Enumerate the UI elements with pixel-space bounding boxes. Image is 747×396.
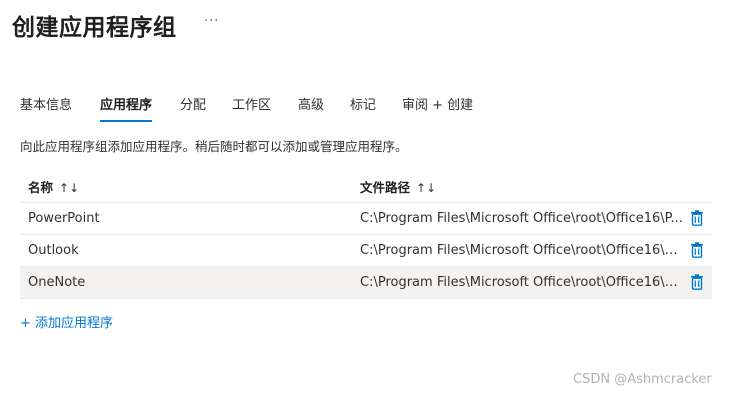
app-path: C:\Program Files\Microsoft Office\root\O… — [360, 275, 684, 290]
add-application-link[interactable]: + 添加应用程序 — [20, 312, 113, 331]
column-header-name-label: 名称 — [28, 180, 54, 195]
column-header-name[interactable]: 名称 ↑↓ — [28, 177, 79, 196]
tab-workspace[interactable]: 工作区 — [232, 94, 271, 120]
app-name: OneNote — [28, 275, 86, 290]
tab-basics[interactable]: 基本信息 — [20, 94, 72, 120]
app-name: Outlook — [28, 243, 79, 258]
table-row[interactable]: Outlook C:\Program Files\Microsoft Offic… — [20, 235, 712, 267]
column-header-path-label: 文件路径 — [360, 180, 411, 195]
trash-icon[interactable] — [690, 210, 704, 226]
app-name: PowerPoint — [28, 211, 100, 226]
applications-table: 名称 ↑↓ 文件路径 ↑↓ PowerPoint C:\Program Files\… — [20, 170, 712, 299]
table-header: 名称 ↑↓ 文件路径 ↑↓ — [20, 170, 712, 203]
tab-applications[interactable]: 应用程序 — [100, 94, 153, 122]
tab-advanced[interactable]: 高级 — [298, 94, 324, 120]
app-path: C:\Program Files\Microsoft Office\root\O… — [360, 243, 684, 258]
more-options-button[interactable]: ··· — [204, 14, 219, 29]
page-description: 向此应用程序组添加应用程序。稍后随时都可以添加或管理应用程序。 — [20, 139, 408, 154]
page-title: 创建应用程序组 — [12, 15, 177, 41]
tab-review-create[interactable]: 审阅 + 创建 — [402, 94, 473, 120]
app-path: C:\Program Files\Microsoft Office\root\O… — [360, 211, 683, 226]
watermark: CSDN @Ashmcracker — [573, 372, 712, 387]
tab-tags[interactable]: 标记 — [350, 94, 376, 120]
trash-icon[interactable] — [690, 274, 704, 290]
column-header-path[interactable]: 文件路径 ↑↓ — [360, 177, 436, 196]
sort-icon: ↑↓ — [59, 181, 80, 195]
sort-icon: ↑↓ — [416, 181, 437, 195]
trash-icon[interactable] — [690, 242, 704, 258]
tab-assignments[interactable]: 分配 — [180, 94, 206, 120]
table-row[interactable]: PowerPoint C:\Program Files\Microsoft Of… — [20, 203, 712, 235]
table-row[interactable]: OneNote C:\Program Files\Microsoft Offic… — [20, 267, 712, 299]
